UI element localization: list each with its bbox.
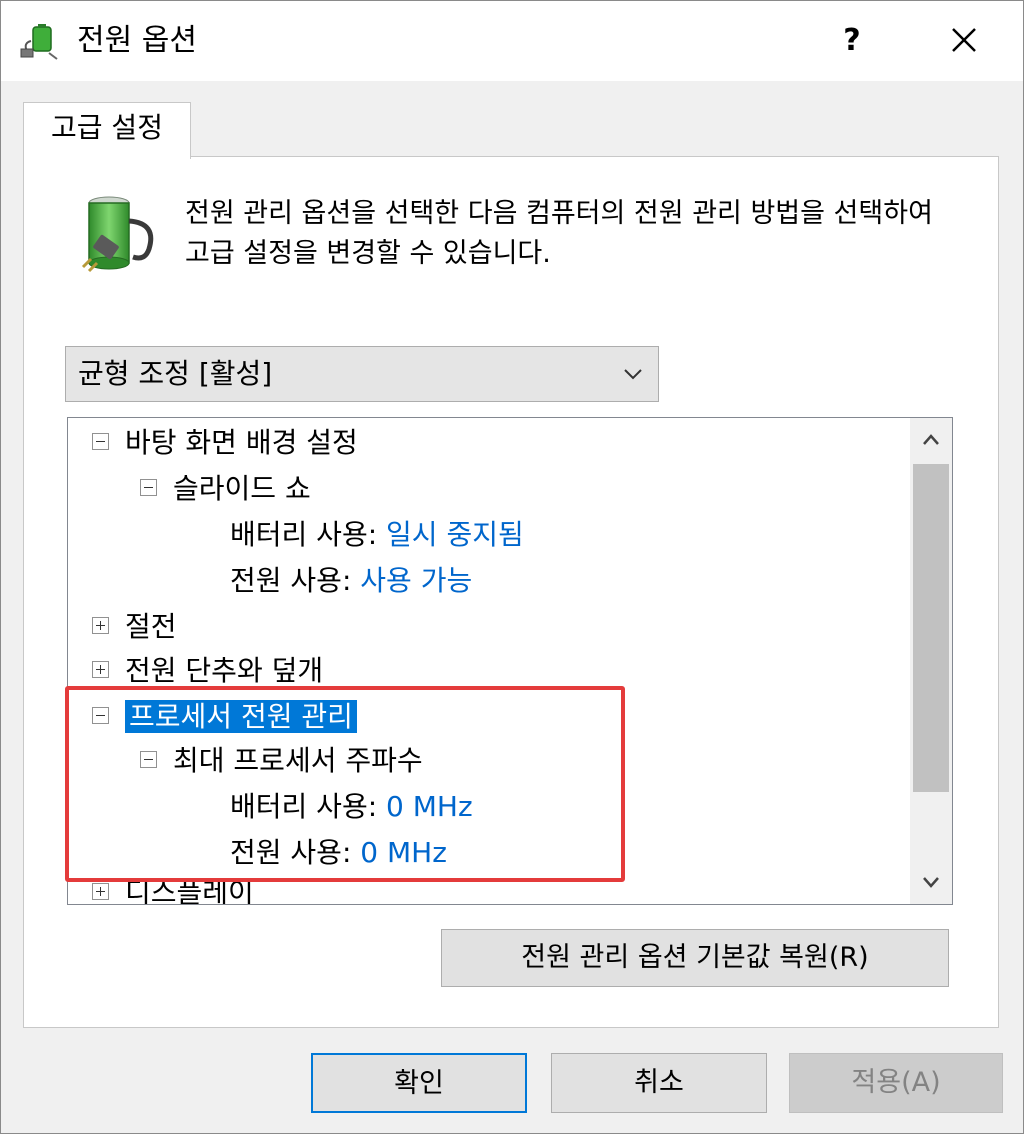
close-icon xyxy=(952,28,976,52)
battery-plug-icon xyxy=(81,196,154,273)
expand-icon[interactable] xyxy=(92,616,109,634)
settings-tree[interactable]: 바탕 화면 배경 설정 슬라이드 쇼 배터리 사용: 일시 중지됨 전원 사용:… xyxy=(67,417,953,905)
scroll-down-arrow-icon[interactable] xyxy=(910,860,952,904)
tree-item-label: 슬라이드 쇼 xyxy=(173,472,311,505)
setting-label: 전원 사용: xyxy=(230,836,352,869)
vertical-scrollbar[interactable] xyxy=(910,418,952,904)
expand-icon[interactable] xyxy=(92,882,109,900)
tree-item-on-battery: 배터리 사용: 0 MHz xyxy=(230,784,473,830)
tree-item-plugged-in: 전원 사용: 0 MHz xyxy=(230,830,447,876)
description-text: 전원 관리 옵션을 선택한 다음 컴퓨터의 전원 관리 방법을 선택하여 고급 … xyxy=(185,198,933,269)
tree-item-display[interactable]: 디스플레이 xyxy=(92,870,254,905)
cancel-button[interactable]: 취소 xyxy=(551,1053,767,1113)
ok-button[interactable]: 확인 xyxy=(311,1053,527,1113)
setting-value-link[interactable]: 0 MHz xyxy=(386,790,473,823)
setting-value-link[interactable]: 0 MHz xyxy=(360,836,447,869)
setting-value-link[interactable]: 사용 가능 xyxy=(360,564,472,597)
collapse-icon[interactable] xyxy=(92,706,109,724)
setting-label: 배터리 사용: xyxy=(230,518,378,551)
tree-item-sleep[interactable]: 절전 xyxy=(92,604,177,650)
tree-item-label: 전원 단추와 덮개 xyxy=(125,654,324,687)
title-bar: 전원 옵션 ? xyxy=(1,1,1023,81)
apply-button[interactable]: 적용(A) xyxy=(789,1053,1003,1113)
scrollbar-thumb[interactable] xyxy=(913,464,949,792)
power-plan-dropdown[interactable]: 균형 조정 [활성] xyxy=(65,346,659,402)
setting-label: 배터리 사용: xyxy=(230,790,378,823)
help-button[interactable]: ? xyxy=(821,11,883,71)
tree-item-processor-power[interactable]: 프로세서 전원 관리 xyxy=(92,694,357,740)
tree-item-label-selected: 프로세서 전원 관리 xyxy=(125,700,357,733)
chevron-down-icon xyxy=(624,369,642,380)
tree-item-label: 최대 프로세서 주파수 xyxy=(173,744,423,777)
collapse-icon[interactable] xyxy=(92,432,109,450)
setting-value-link[interactable]: 일시 중지됨 xyxy=(386,518,524,551)
tree-item-label: 절전 xyxy=(125,610,177,643)
expand-icon[interactable] xyxy=(92,660,109,678)
close-button[interactable] xyxy=(931,11,997,71)
tree-item-label: 바탕 화면 배경 설정 xyxy=(125,426,358,459)
tree-item-max-processor-frequency[interactable]: 최대 프로세서 주파수 xyxy=(140,738,423,784)
tree-item-on-battery: 배터리 사용: 일시 중지됨 xyxy=(230,512,524,558)
tree-item-plugged-in: 전원 사용: 사용 가능 xyxy=(230,558,472,604)
power-options-dialog: 전원 옵션 ? 고급 설정 전원 관리 옵션을 선택한 다음 컴퓨터의 전원 관… xyxy=(0,0,1024,1134)
tree-item-power-buttons-lid[interactable]: 전원 단추와 덮개 xyxy=(92,648,323,694)
collapse-icon[interactable] xyxy=(140,750,157,768)
restore-defaults-button[interactable]: 전원 관리 옵션 기본값 복원(R) xyxy=(441,929,949,987)
tab-advanced-settings[interactable]: 고급 설정 xyxy=(23,102,191,159)
scroll-up-arrow-icon[interactable] xyxy=(910,418,952,462)
power-options-app-icon xyxy=(20,24,58,60)
tree-item-desktop-background[interactable]: 바탕 화면 배경 설정 xyxy=(92,420,358,466)
window-title: 전원 옵션 xyxy=(77,23,197,58)
tree-item-label: 디스플레이 xyxy=(125,876,254,905)
tree-item-slideshow[interactable]: 슬라이드 쇼 xyxy=(140,466,311,512)
setting-label: 전원 사용: xyxy=(230,564,352,597)
power-plan-selected: 균형 조정 [활성] xyxy=(78,357,273,390)
collapse-icon[interactable] xyxy=(140,478,157,496)
